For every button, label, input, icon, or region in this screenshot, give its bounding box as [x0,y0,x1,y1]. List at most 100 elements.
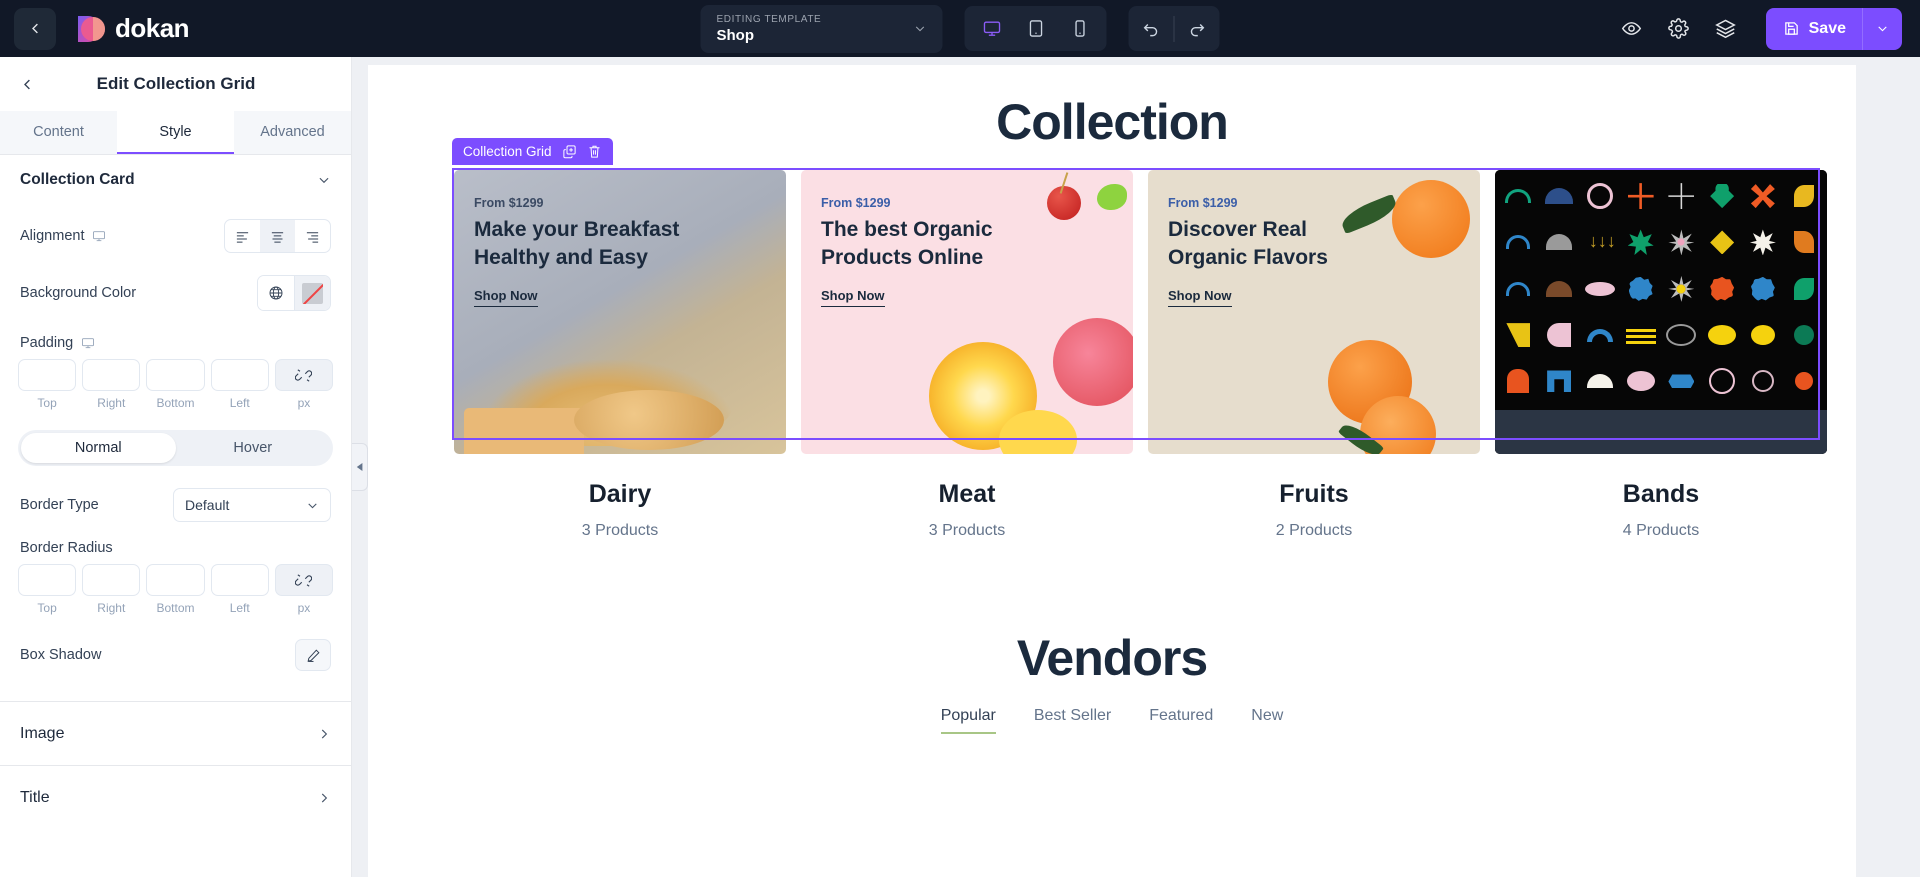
preview-button[interactable] [1621,18,1642,39]
no-color-swatch [302,282,323,304]
collection-card[interactable]: From $1299 Discover Real Organic Flavors… [1148,170,1480,540]
settings-button[interactable] [1667,18,1689,39]
padding-left-cell: Left [210,359,269,410]
page-builder-app: dokan EDITING TEMPLATE Shop Save Edit Co… [0,0,1920,877]
card-image: From $1299 The best Organic Products Onl… [801,170,1133,454]
padding-bottom-input[interactable] [146,359,205,391]
sidebar-collapse-handle[interactable] [352,443,368,491]
radius-top-input[interactable] [18,564,77,596]
card-cta-link[interactable]: Shop Now [474,288,538,307]
collection-card[interactable]: ↓↓↓ Bands 4 Products [1495,170,1827,540]
card-product-count: 3 Products [581,522,659,539]
radius-link-button[interactable] [274,564,334,596]
card-headline: Make your Breakfast Healthy and Easy [474,218,680,269]
section-collection-card[interactable]: Collection Card [0,155,351,205]
color-swatch-button[interactable] [294,276,330,310]
radius-right-input[interactable] [82,564,141,596]
device-mobile-button[interactable] [1059,11,1101,47]
accordion-image[interactable]: Image [0,701,351,765]
padding-top-cell: Top [18,359,77,410]
align-center-button[interactable] [260,220,295,252]
vendor-tab-popular[interactable]: Popular [940,707,996,734]
accordion-image-label: Image [20,724,65,742]
padding-link-button[interactable] [274,359,334,391]
dokan-logo-icon [74,13,106,45]
card-cta-link[interactable]: Shop Now [1168,288,1232,307]
padding-bottom-caption: Bottom [156,396,195,410]
back-button[interactable] [14,7,56,50]
vendors-heading: Vendors [1016,630,1208,686]
alignment-options [224,219,331,253]
accordion-title[interactable]: Title [0,765,351,829]
save-label: Save [1808,19,1846,37]
align-center-icon [271,231,284,243]
vendor-tab-best-seller[interactable]: Best Seller [1034,707,1111,734]
box-shadow-edit-button[interactable] [295,639,331,671]
sidebar-back-button[interactable] [20,77,35,92]
border-type-row: Border Type Default [0,488,351,522]
radius-right-caption: Right [97,601,126,615]
layers-button[interactable] [1714,18,1736,39]
device-tablet-button[interactable] [1015,11,1057,47]
tab-style[interactable]: Style [117,111,234,154]
chevron-down-icon [319,177,329,184]
device-desktop-button[interactable] [971,11,1013,47]
radius-bottom-cell: Bottom [146,564,205,615]
radius-unit-cell: px [274,564,334,615]
padding-label-group: Padding [20,335,95,351]
save-button[interactable]: Save [1765,7,1902,50]
undo-button[interactable] [1129,6,1174,51]
align-right-button[interactable] [295,220,330,252]
padding-top-input[interactable] [18,359,77,391]
collection-card[interactable]: From $1299 The best Organic Products Onl… [801,170,1133,540]
radius-left-input[interactable] [210,564,269,596]
state-hover-option[interactable]: Hover [176,433,331,463]
border-radius-inputs: Top Right Bottom Left px [0,564,351,615]
main-body: Edit Collection Grid Content Style Advan… [0,57,1920,877]
top-bar-center: EDITING TEMPLATE Shop [700,4,1220,53]
selection-badge: Collection Grid [452,138,613,165]
chevron-left-icon [24,79,30,89]
mobile-icon [1074,20,1085,37]
top-bar: dokan EDITING TEMPLATE Shop Save [0,0,1920,57]
duplicate-icon[interactable] [562,144,577,159]
card-price: From $1299 [474,196,544,210]
eye-icon [1621,22,1641,35]
card-cta-link[interactable]: Shop Now [821,288,885,307]
vendor-tab-featured[interactable]: Featured [1149,707,1213,734]
state-normal-option[interactable]: Normal [21,433,176,463]
radius-bottom-input[interactable] [146,564,205,596]
redo-icon [1190,24,1205,37]
border-type-select[interactable]: Default [173,488,331,522]
padding-right-cell: Right [82,359,141,410]
padding-right-input[interactable] [82,359,141,391]
align-left-button[interactable] [225,220,260,252]
card-product-count: 3 Products [928,522,1006,539]
redo-button[interactable] [1175,6,1220,51]
global-color-button[interactable] [258,276,294,310]
box-shadow-label: Box Shadow [20,647,102,663]
page-canvas[interactable]: Collection Collection Grid From $1299 Ma… [368,65,1856,877]
border-type-value: Default [185,497,230,513]
padding-left-input[interactable] [210,359,269,391]
template-selector[interactable]: EDITING TEMPLATE Shop [700,4,943,53]
radius-top-cell: Top [18,564,77,615]
tab-content[interactable]: Content [0,111,117,154]
chevron-down-icon [1878,26,1887,32]
tab-advanced[interactable]: Advanced [234,111,351,154]
state-toggle: Normal Hover [18,430,333,466]
alignment-label-group: Alignment [20,228,106,244]
layers-icon [1714,19,1736,39]
globe-icon [269,286,283,300]
save-dropdown-button[interactable] [1863,22,1902,35]
vendor-tab-new[interactable]: New [1251,707,1283,734]
alignment-row: Alignment [0,219,351,253]
card-image: From $1299 Make your Breakfast Healthy a… [454,170,786,454]
trash-icon[interactable] [587,144,602,159]
radius-right-cell: Right [82,564,141,615]
padding-bottom-cell: Bottom [146,359,205,410]
collection-card[interactable]: From $1299 Make your Breakfast Healthy a… [454,170,786,540]
radius-top-caption: Top [37,601,57,615]
gear-icon [1667,18,1689,39]
save-button-main[interactable]: Save [1766,20,1862,38]
